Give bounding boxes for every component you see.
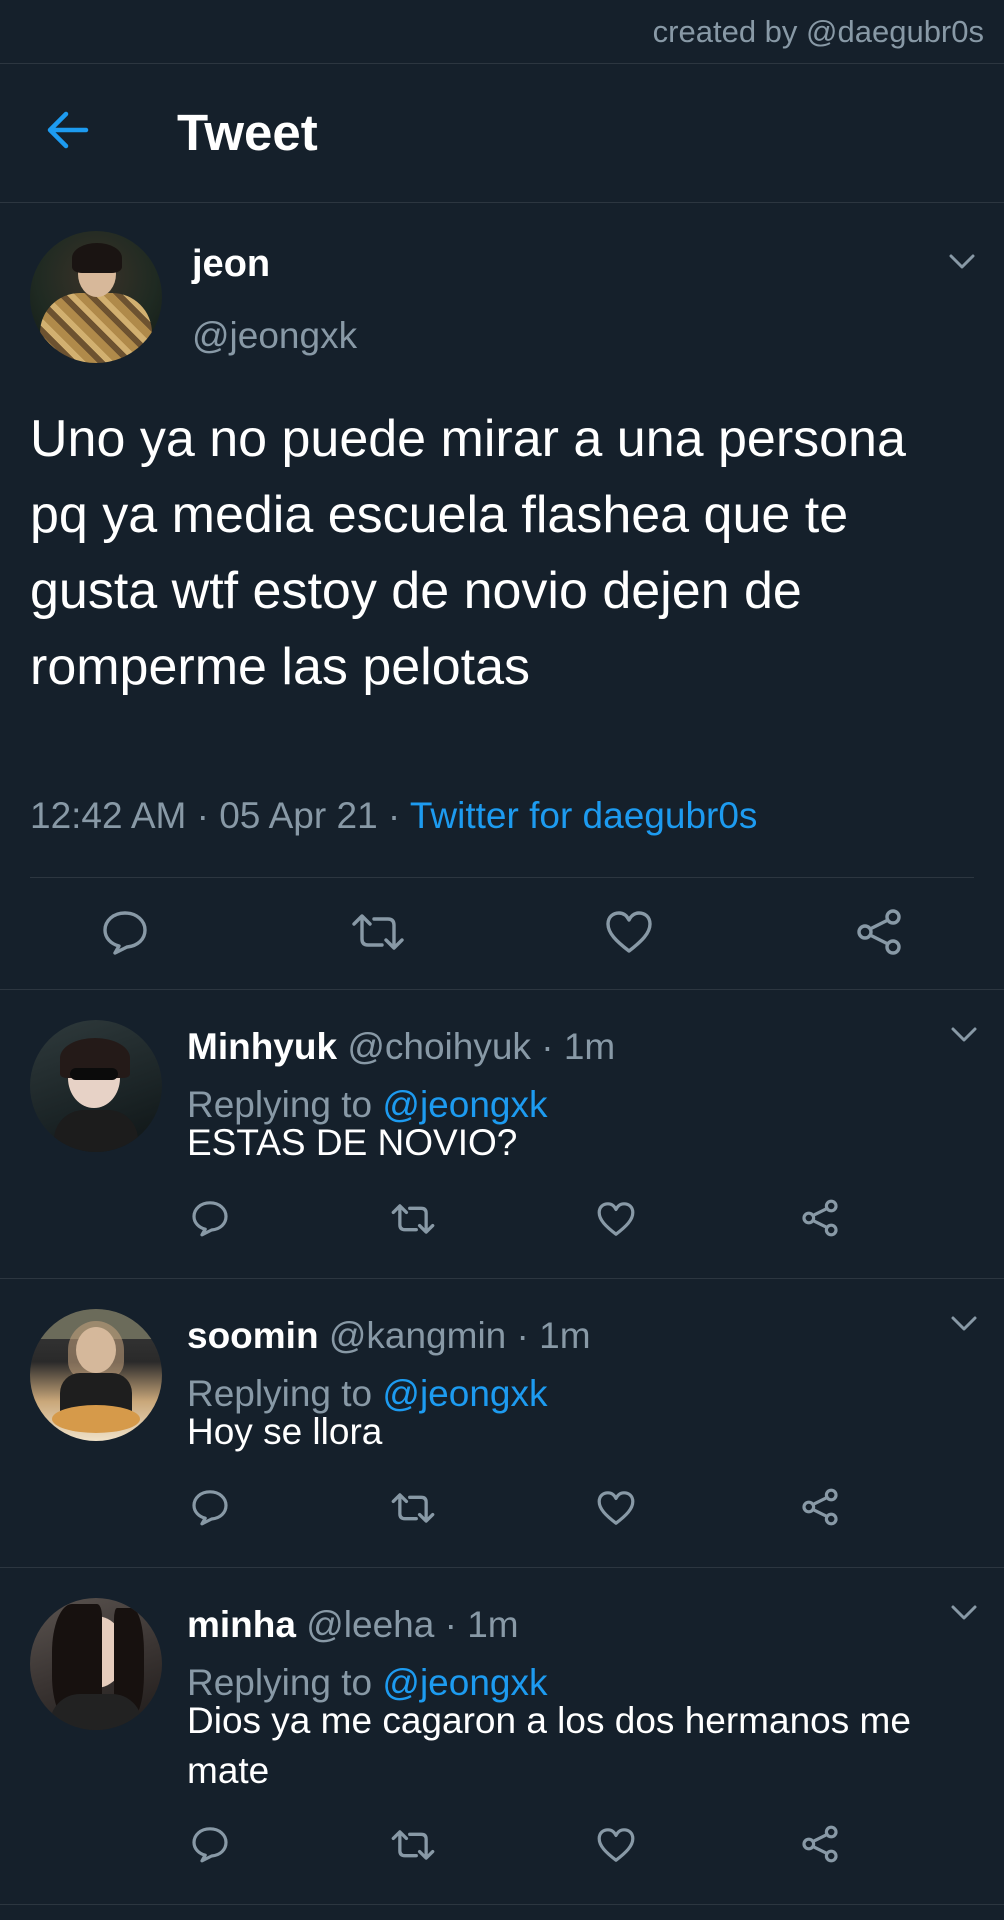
author-name[interactable]: minha: [187, 1604, 296, 1645]
credit-banner: created by @daegubr0s: [0, 0, 1004, 64]
retweet-icon[interactable]: [390, 1826, 436, 1864]
chevron-down-icon[interactable]: [950, 1315, 978, 1333]
chevron-down-icon[interactable]: [950, 1604, 978, 1622]
author-name[interactable]: soomin: [187, 1315, 319, 1356]
chevron-down-icon[interactable]: [948, 253, 976, 271]
author-handle[interactable]: @leeha: [306, 1604, 434, 1645]
comment-icon[interactable]: [190, 1824, 230, 1864]
retweet-icon[interactable]: [350, 909, 406, 955]
share-icon[interactable]: [854, 907, 904, 957]
author-handle[interactable]: @choihyuk: [347, 1026, 531, 1067]
credit-text: created by @daegubr0s: [652, 14, 984, 49]
reply-text: ESTAS DE NOVIO?: [187, 1122, 518, 1163]
reply-header: Minhyuk @choihyuk · 1m: [187, 1026, 616, 1067]
heart-icon[interactable]: [596, 1200, 636, 1238]
comment-icon[interactable]: [100, 907, 150, 957]
author-name[interactable]: jeon: [192, 243, 270, 286]
top-bar: Tweet: [0, 64, 1004, 203]
heart-icon[interactable]: [596, 1826, 636, 1864]
arrow-left-icon[interactable]: [44, 110, 90, 150]
reply-text: Dios ya me cagaron a los dos hermanos me…: [187, 1700, 911, 1791]
heart-icon[interactable]: [604, 909, 654, 955]
reply-header: minha @leeha · 1m: [187, 1604, 519, 1645]
page-title: Tweet: [177, 104, 318, 161]
share-icon[interactable]: [800, 1198, 840, 1238]
tweet-source-link[interactable]: Twitter for daegubr0s: [410, 795, 758, 836]
reply-text: Hoy se llora: [187, 1411, 383, 1452]
tweet-date: 05 Apr 21: [219, 795, 378, 836]
divider: [30, 877, 974, 878]
share-icon[interactable]: [800, 1824, 840, 1864]
comment-icon[interactable]: [190, 1198, 230, 1238]
reply-time: 1m: [539, 1315, 591, 1356]
author-name[interactable]: Minhyuk: [187, 1026, 337, 1067]
reply-time: 1m: [563, 1026, 616, 1067]
author-handle[interactable]: @kangmin: [329, 1315, 506, 1356]
reply-tweet[interactable]: soomin @kangmin · 1m Replying to @jeongx…: [0, 1279, 1004, 1568]
meta-separator: ·: [186, 795, 220, 836]
tweet-time: 12:42 AM: [30, 795, 187, 836]
main-tweet[interactable]: jeon @jeongxk Uno ya no puede mirar a un…: [0, 203, 1004, 990]
chevron-down-icon[interactable]: [950, 1026, 978, 1044]
avatar[interactable]: [30, 1309, 162, 1441]
avatar[interactable]: [30, 1598, 162, 1730]
comment-icon[interactable]: [190, 1487, 230, 1527]
reply-tweet[interactable]: Minhyuk @choihyuk · 1m Replying to @jeon…: [0, 990, 1004, 1279]
tweet-text: Uno ya no puede mirar a una persona pq y…: [30, 410, 906, 696]
retweet-icon[interactable]: [390, 1489, 436, 1527]
reply-time: 1m: [467, 1604, 519, 1645]
tweet-meta: 12:42 AM · 05 Apr 21 · Twitter for daegu…: [30, 795, 757, 837]
avatar[interactable]: [30, 1020, 162, 1152]
author-handle[interactable]: @jeongxk: [192, 315, 357, 357]
reply-tweet[interactable]: minha @leeha · 1m Replying to @jeongxk D…: [0, 1568, 1004, 1905]
retweet-icon[interactable]: [390, 1200, 436, 1238]
heart-icon[interactable]: [596, 1489, 636, 1527]
avatar[interactable]: [30, 231, 162, 363]
reply-header: soomin @kangmin · 1m: [187, 1315, 591, 1356]
meta-separator: ·: [377, 795, 410, 836]
share-icon[interactable]: [800, 1487, 840, 1527]
